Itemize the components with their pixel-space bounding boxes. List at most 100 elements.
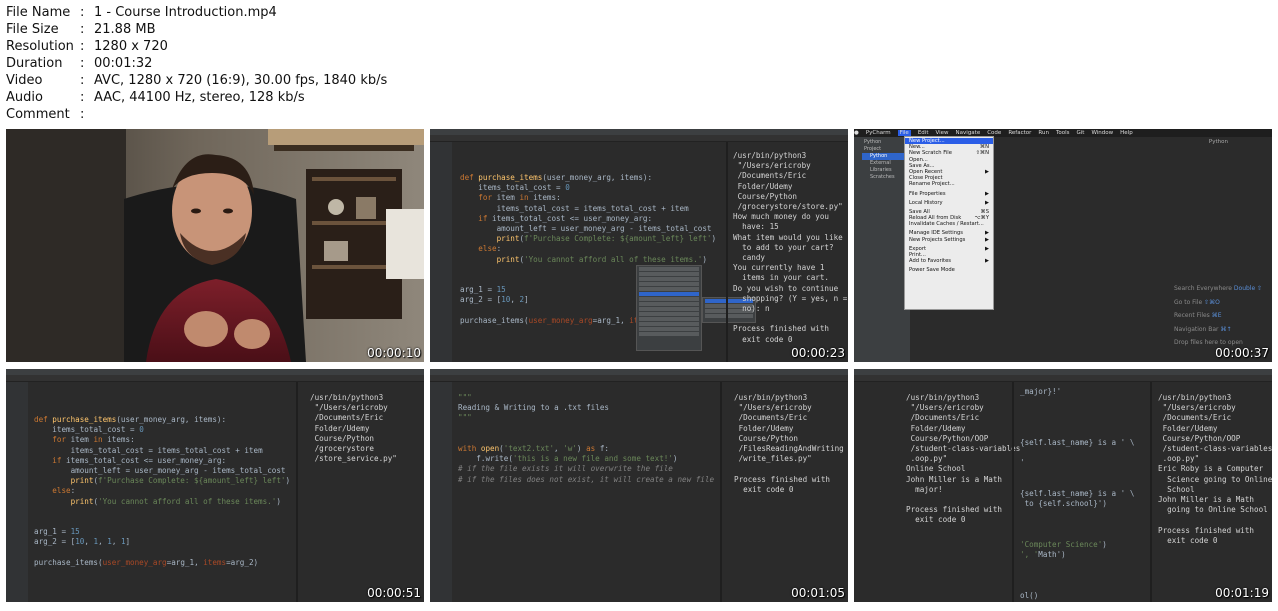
pane-divider xyxy=(1012,382,1014,602)
thumbnail-3[interactable]: ● PyCharm File Edit View Navigate Code Refactor… xyxy=(854,129,1272,362)
code-line: """ xyxy=(458,393,472,402)
console-line: Course/Python/OOP xyxy=(906,433,989,443)
hint-label: Go to File xyxy=(1174,298,1205,306)
timestamp: 00:00:51 xyxy=(367,586,421,600)
tree-item: Scratches xyxy=(870,174,895,180)
thumbnail-4[interactable]: def purchase_items(user_money_arg, items… xyxy=(6,369,424,602)
code-line: ol()) xyxy=(1020,601,1134,602)
run-console: /usr/bin/python3 "/Users/ericroby /Docum… xyxy=(734,393,844,495)
project-tool-strip xyxy=(854,137,862,362)
menu-item-label: Invalidate Caches / Restart... xyxy=(909,221,984,228)
code-line: items_total_cost = 0 xyxy=(478,183,570,193)
console-line: exit code 0 xyxy=(906,515,966,525)
console-line: /Documents/Eric xyxy=(733,171,807,181)
tree-item: Python xyxy=(862,153,910,160)
console-line: Eric Roby is a Computer xyxy=(1158,464,1264,474)
welcome-hint: Navigation Bar ⌘↑ xyxy=(1174,326,1231,333)
thumbnail-1[interactable]: 00:00:10 xyxy=(6,129,424,362)
menu-item-label: File Properties xyxy=(909,190,946,197)
code-line: for item in items: xyxy=(478,193,561,203)
meta-value: AVC, 1280 x 720 (16:9), 30.00 fps, 1840 … xyxy=(94,73,388,88)
console-line: /usr/bin/python3 xyxy=(310,393,384,402)
console-line: /Documents/Eric xyxy=(906,413,980,423)
console-line: exit code 0 xyxy=(1158,535,1218,545)
meta-value: 1280 x 720 xyxy=(94,39,168,54)
code-line: amount_left = user_money_arg - items_tot… xyxy=(496,224,712,234)
console-line: .oop.py" xyxy=(906,454,948,464)
pane-divider xyxy=(296,382,298,602)
code-line: items_total_cost = items_total_cost + it… xyxy=(70,445,263,455)
menubar-item[interactable]: Run xyxy=(1038,130,1049,136)
console-line: /grocerystore/store.py" xyxy=(733,202,843,212)
code-line: ', 'Math') xyxy=(1020,550,1066,560)
pane-divider xyxy=(1150,382,1152,602)
code-line: print(f'Purchase Complete: ${amount_left… xyxy=(496,234,717,244)
meta-value: 21.88 MB xyxy=(94,22,156,37)
console-line: John Miller is a Math xyxy=(1158,495,1255,505)
context-menu-item xyxy=(639,272,699,276)
menubar-item[interactable]: Help xyxy=(1120,130,1133,136)
meta-key: File Size xyxy=(6,22,59,37)
toolbar xyxy=(6,375,424,382)
file-menu-item[interactable]: Power Save Mode xyxy=(905,267,993,273)
thumbnail-2[interactable]: def purchase_items(user_money_arg, items… xyxy=(430,129,848,362)
meta-key: Audio xyxy=(6,90,43,105)
thumbnail-6[interactable]: /usr/bin/python3 "/Users/ericroby /Docum… xyxy=(854,369,1272,602)
console-line: "/Users/ericroby xyxy=(733,161,811,171)
menubar-item[interactable]: Tools xyxy=(1056,130,1070,136)
console-line: Course/Python/OOP xyxy=(1158,433,1241,443)
menu-item-shortcut: ▶ xyxy=(985,168,989,175)
console-line: John Miller is a Math xyxy=(906,474,1003,484)
context-menu-item xyxy=(639,327,699,331)
menubar-item[interactable]: PyCharm xyxy=(866,130,891,136)
meta-row: File Size:21.88 MB xyxy=(6,21,387,38)
meta-row: Resolution:1280 x 720 xyxy=(6,38,387,55)
console-line: Folder/Udemy xyxy=(734,423,794,433)
code-line: {self.last_name} is a ' \ xyxy=(1020,438,1135,448)
console-line: going to Online School xyxy=(1158,505,1268,515)
file-menu-item[interactable]: Invalidate Caches / Restart... xyxy=(905,221,993,227)
file-metadata: File Name:1 - Course Introduction.mp4 Fil… xyxy=(6,4,387,123)
timestamp: 00:00:23 xyxy=(791,346,845,360)
hint-shortcut: ⌘E xyxy=(1211,312,1222,319)
hint-label: Search Everywhere xyxy=(1174,285,1234,292)
context-menu-item xyxy=(639,297,699,301)
console-line: Science going to Online xyxy=(1158,474,1272,484)
meta-row: File Name:1 - Course Introduction.mp4 xyxy=(6,4,387,21)
code-line: {self.last_name} is a ' \ xyxy=(1020,489,1135,499)
console-line: exit code 0 xyxy=(734,484,794,494)
welcome-hint: Drop files here to open xyxy=(1174,339,1243,346)
menubar-item[interactable]: Refactor xyxy=(1008,130,1031,136)
run-console-left: /usr/bin/python3 "/Users/ericroby /Docum… xyxy=(906,393,1020,526)
code-line: """ xyxy=(458,413,472,423)
meta-row: Audio: AAC, 44100 Hz, stereo, 128 kb/s xyxy=(6,89,387,106)
line-gutter xyxy=(430,382,452,602)
meta-key: Resolution xyxy=(6,39,74,54)
meta-value: AAC, 44100 Hz, stereo, 128 kb/s xyxy=(94,90,305,105)
code-line: items_total_cost = items_total_cost + it… xyxy=(496,203,689,213)
console-line: /student-class-variables xyxy=(1158,444,1272,454)
code-editor: def purchase_items(user_money_arg, items… xyxy=(34,415,290,568)
menubar-item[interactable]: Window xyxy=(1091,130,1113,136)
context-menu-item xyxy=(639,317,699,321)
welcome-hint: Go to File ⇧⌘O xyxy=(1174,299,1220,306)
thumbnail-5[interactable]: """ Reading & Writing to a .txt files """ … xyxy=(430,369,848,602)
context-menu-item xyxy=(639,322,699,326)
run-console: /usr/bin/python3 "/Users/ericroby /Docum… xyxy=(310,393,397,464)
meta-colon: : xyxy=(80,73,85,88)
menubar-item[interactable]: Git xyxy=(1077,130,1085,136)
line-gutter xyxy=(6,382,28,602)
console-line: Course/Python xyxy=(310,433,375,443)
code-line: amount_left = user_money_arg - items_tot… xyxy=(70,466,286,476)
console-line: major! xyxy=(906,484,943,494)
code-line: print('You cannot afford all of these it… xyxy=(496,254,707,264)
